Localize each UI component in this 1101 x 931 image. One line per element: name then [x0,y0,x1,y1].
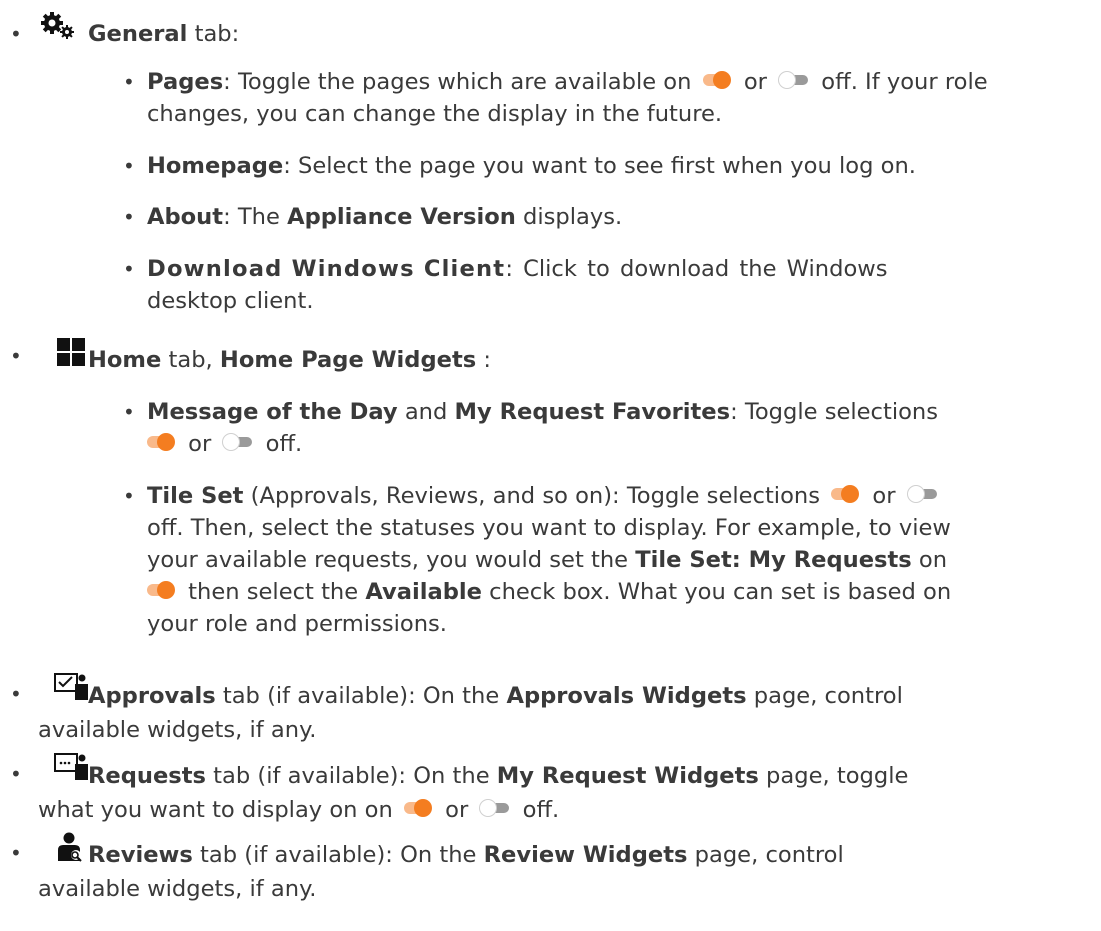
text: page, control [687,842,844,868]
text: tab: [187,21,240,47]
text: on [911,547,948,573]
bullet: • [123,484,135,508]
text: check box. What you can set is based on [481,579,952,605]
text: : [476,347,492,373]
bullet: • [10,682,22,706]
text: tab (if available): On the [192,842,484,868]
text: tab, [161,347,220,373]
text: or [865,483,903,509]
text: what you want to display on on [38,797,400,823]
text: : Toggle selections [730,399,939,425]
toggle-on-icon [831,484,861,504]
label: Available [365,579,482,605]
text: desktop client. [147,288,314,314]
approvals-icon [54,672,88,711]
toggle-on-icon [147,432,177,452]
text: your available requests, you would set t… [147,547,636,573]
toggle-off-icon [906,484,939,504]
bullet: • [10,344,22,368]
label: My Request Favorites [454,399,731,425]
toggle-off-icon [222,432,254,452]
text: off. Then, select the statuses you want … [147,515,951,541]
text: tab (if available): On the [206,763,497,789]
text: then select the [181,579,366,605]
text: : Toggle the pages which are available o… [223,69,699,95]
tab-name: My Request Widgets [496,763,759,789]
label: Message of the Day [147,399,398,425]
text: (Approvals, Reviews, and so on): Toggle … [243,483,828,509]
tab-name: Review Widgets [483,842,688,868]
reviews-icon [56,831,86,872]
text: or [736,69,775,95]
grid-icon [57,338,85,375]
gears-icon [38,10,76,51]
bullet: • [123,154,135,178]
bullet: • [10,762,22,786]
requests-icon [54,752,88,791]
text: available widgets, if any. [38,876,317,902]
text: : The [223,204,288,230]
bullet: • [123,70,135,94]
requests-line2: what you want to display on on or off. [38,794,559,826]
label: Pages [147,69,224,95]
tab-name: Home [88,347,162,373]
bullet: • [10,22,22,46]
text: off. If your role [814,69,988,95]
tab-name: Home Page Widgets [219,347,477,373]
toggle-off-icon [778,70,810,90]
bullet: • [123,257,135,281]
text: or [181,431,219,457]
label: Tile Set [147,483,244,509]
text: or [438,797,476,823]
bullet: • [123,400,135,424]
text: displays. [515,204,623,230]
toggle-on-icon [702,70,733,90]
label: Appliance Version [287,204,516,230]
bullet: • [10,841,22,865]
text: : Select the page you want to see first … [283,153,916,179]
text: your role and permissions. [147,611,447,637]
text: changes, you can change the display in t… [147,101,723,127]
text: page, control [746,683,903,709]
text: page, toggle [758,763,909,789]
text: : Click to download the Windows [505,256,888,282]
bullet: • [123,205,135,229]
tab-name: Reviews [88,842,193,868]
tab-name: Approvals Widgets [506,683,747,709]
toggle-off-icon [479,798,511,818]
label: Homepage [147,153,284,179]
text: off. [258,431,303,457]
text: tab (if available): On the [215,683,507,709]
label: Tile Set: My Requests [635,547,912,573]
tab-name: Requests [88,763,206,789]
label: Download Windows Client [147,256,506,282]
toggle-on-icon [147,580,177,600]
text: and [397,399,455,425]
text: off. [515,797,560,823]
tab-name: General [88,21,188,47]
label: About [147,204,224,230]
tab-name: Approvals [88,683,216,709]
toggle-on-icon [404,798,434,818]
text: available widgets, if any. [38,717,317,743]
